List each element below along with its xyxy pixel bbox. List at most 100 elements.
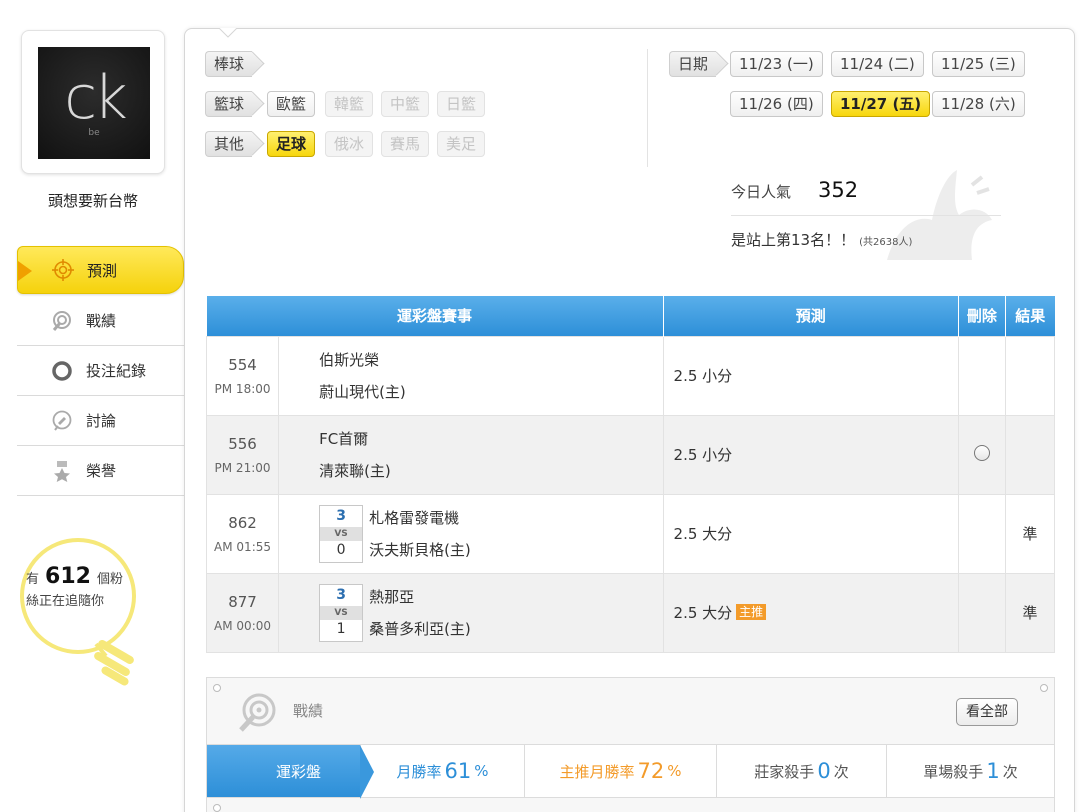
category-basketball-japan: 日籃 — [437, 91, 486, 117]
delete-cell — [957, 335, 1006, 416]
match-number-cell: 877 AM 00:00 — [205, 572, 280, 653]
sidebar-item-label: 戰績 — [86, 312, 117, 330]
main-panel: 棒球 籃球 歐籃 韓籃 中籃 日籃 其他 足球 俄冰 賽馬 美足 日期 11/2… — [184, 28, 1075, 812]
prediction-value: 2.5 大分 — [673, 604, 733, 622]
stat-label: 單場殺手 — [923, 762, 984, 781]
match-number: 556 — [228, 434, 257, 453]
match-number: 862 — [228, 513, 257, 532]
team-away: 札格雷發電機 — [369, 508, 460, 527]
result-cell — [1004, 335, 1056, 416]
popularity-label: 今日人氣 — [731, 183, 792, 201]
record-box: 戰績 看全部 運彩盤 月勝率 61% 主推月勝率 72% 莊家殺手 0 次 單場殺手 1 次 — [206, 677, 1055, 812]
table-row: 554 PM 18:00 伯斯光榮蔚山現代(主) 2.5 小分 — [205, 335, 1056, 416]
match-teams-cell: 3 VS 0 札格雷發電機 沃夫斯貝格(主) — [278, 493, 664, 574]
result-cell: 準 — [1004, 493, 1056, 574]
corner-dot — [213, 684, 221, 692]
prediction-cell: 2.5 大分 主推 — [662, 572, 959, 653]
match-number-cell: 556 PM 21:00 — [205, 414, 280, 495]
delete-radio[interactable] — [973, 444, 990, 461]
view-all-button[interactable]: 看全部 — [956, 698, 1018, 726]
category-basketball-euro[interactable]: 歐籃 — [267, 91, 316, 117]
date-button-1124[interactable]: 11/24 (二) — [831, 51, 924, 77]
prediction-value: 2.5 小分 — [673, 367, 733, 385]
team-home: 蔚山現代(主) — [319, 382, 406, 401]
team-home: 沃夫斯貝格(主) — [369, 540, 471, 559]
date-button-1126[interactable]: 11/26 (四) — [730, 91, 823, 117]
sidebar-item-honor[interactable]: 榮譽 — [17, 446, 184, 496]
match-time: AM 01:55 — [214, 539, 272, 554]
avatar-card: ck be — [21, 30, 165, 174]
sidebar-item-bet-history[interactable]: 投注紀錄 — [17, 346, 184, 396]
fans-suffix: 個粉 — [96, 572, 123, 587]
prediction-cell: 2.5 大分 — [662, 493, 959, 574]
teams: 札格雷發電機 沃夫斯貝格(主) — [279, 502, 662, 566]
prediction-value: 2.5 大分 — [673, 525, 733, 543]
delete-cell — [957, 493, 1006, 574]
category-other-american-football: 美足 — [437, 131, 486, 157]
sidebar-item-discussion[interactable]: 討論 — [17, 396, 184, 446]
circle-icon — [51, 360, 73, 382]
hot-pick-badge: 主推 — [736, 604, 767, 620]
prediction-table: 運彩盤賽事 預測 刪除 結果 554 PM 18:00 伯斯光榮 蔚山現代(主) 2… — [205, 296, 1056, 653]
teams: FC首爾 清萊聯(主) — [279, 423, 662, 487]
rank-text-main: 是站上第13名！！ — [731, 231, 856, 249]
header-result: 結果 — [1005, 296, 1055, 336]
date-button-1128[interactable]: 11/28 (六) — [932, 91, 1025, 117]
username: 頭想要新台幣 — [47, 192, 138, 210]
table-row: 877 AM 00:00 3 VS 1 熱那亞 桑普多利亞(主) 2.5 大分 主推 準 — [205, 572, 1056, 653]
stat-label: 莊家殺手 — [754, 762, 815, 781]
match-teams-cell: 3 VS 1 熱那亞 桑普多利亞(主) — [278, 572, 664, 653]
chat-icon — [51, 410, 73, 432]
match-time: PM 18:00 — [214, 381, 271, 396]
category-other-ice-hockey: 俄冰 — [325, 131, 374, 157]
team-away: 伯斯光榮 — [319, 350, 380, 369]
delete-cell — [957, 572, 1006, 653]
sidebar-item-label: 討論 — [86, 412, 117, 430]
stat-monthly-win-rate: 月勝率 61% — [361, 745, 525, 797]
header-match: 運彩盤賽事 — [206, 296, 664, 336]
stat-label: 運彩盤 — [275, 762, 321, 781]
category-label-baseball[interactable]: 棒球 — [205, 51, 253, 77]
stat-value: 0 — [817, 759, 831, 783]
match-number-cell: 862 AM 01:55 — [205, 493, 280, 574]
stats-bar: 運彩盤 月勝率 61% 主推月勝率 72% 莊家殺手 0 次 單場殺手 1 次 — [207, 744, 1054, 799]
team-away: 熱那亞 — [369, 587, 415, 606]
record-icon — [51, 310, 73, 332]
category-label-basketball[interactable]: 籃球 — [205, 91, 253, 117]
category-basketball-korea: 韓籃 — [325, 91, 374, 117]
sidebar-item-predict[interactable]: 預測 — [17, 246, 184, 294]
record-title: 戰績 — [293, 702, 324, 720]
date-button-1123[interactable]: 11/23 (一) — [730, 51, 823, 77]
category-other-soccer[interactable]: 足球 — [267, 131, 316, 157]
fans-line2: 絲正在追隨你 — [26, 594, 105, 609]
sidebar-item-label: 預測 — [87, 261, 118, 280]
stat-single-killer: 單場殺手 1 次 — [887, 745, 1054, 797]
sidebar-item-record[interactable]: 戰績 — [17, 296, 184, 346]
match-number-cell: 554 PM 18:00 — [205, 335, 280, 416]
record-icon — [239, 693, 276, 732]
category-label-other[interactable]: 其他 — [205, 131, 253, 157]
stat-lottery-tab[interactable]: 運彩盤 — [207, 745, 374, 799]
fans-count: 612 — [45, 564, 91, 589]
fans-text: 有 612 個粉 絲正在追隨你 — [26, 566, 123, 613]
sidebar-item-label: 榮譽 — [86, 462, 117, 480]
match-time: PM 21:00 — [214, 460, 271, 475]
prediction-cell: 2.5 小分 — [662, 335, 959, 416]
stat-unit: 次 — [1002, 762, 1018, 781]
avatar[interactable]: ck be — [38, 47, 150, 159]
fans-prefix: 有 — [26, 572, 40, 587]
date-button-1125[interactable]: 11/25 (三) — [932, 51, 1025, 77]
teams: 熱那亞 桑普多利亞(主) — [279, 581, 662, 645]
table-row: 556 PM 21:00 FC首爾 清萊聯(主) 2.5 小分 — [205, 414, 1056, 495]
category-other-horse-racing: 賽馬 — [381, 131, 430, 157]
stat-unit: 次 — [833, 762, 849, 781]
sidebar-nav: 預測 戰績 投注紀錄 討論 榮譽 — [17, 246, 184, 496]
match-number: 877 — [228, 592, 257, 611]
result-cell — [1004, 414, 1056, 495]
stat-hot-monthly-win-rate: 主推月勝率 72% — [525, 745, 717, 797]
popularity-divider — [731, 215, 1001, 216]
corner-dot — [213, 804, 221, 812]
date-button-1127[interactable]: 11/27 (五) — [831, 91, 931, 117]
header-prediction: 預測 — [663, 296, 959, 336]
match-time: AM 00:00 — [214, 618, 272, 633]
